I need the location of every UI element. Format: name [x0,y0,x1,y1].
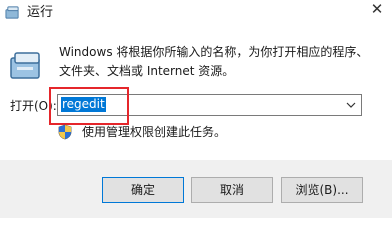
run-dialog: 运行 ✕ Windows 将根据你所输入的名称，为你打开相应的程序、文件夹、文档… [0,0,392,218]
ok-button[interactable]: 确定 [102,177,184,203]
window-title: 运行 [27,5,54,20]
open-label: 打开(O): [10,99,57,113]
description-text: Windows 将根据你所输入的名称，为你打开相应的程序、文件夹、文档或 Int… [59,45,369,78]
title-bar: 运行 ✕ [0,0,392,30]
cancel-button[interactable]: 取消 [191,177,273,203]
shield-icon [58,124,72,140]
close-icon: ✕ [370,0,384,18]
run-icon [5,6,19,19]
admin-note: 使用管理权限创建此任务。 [82,125,227,139]
close-button[interactable]: ✕ [362,0,392,22]
chevron-down-icon[interactable] [344,98,358,112]
open-combobox[interactable]: regedit [57,94,362,116]
run-icon [10,52,40,79]
open-input[interactable]: regedit [61,97,106,112]
browse-button[interactable]: 浏览(B)... [281,177,363,203]
